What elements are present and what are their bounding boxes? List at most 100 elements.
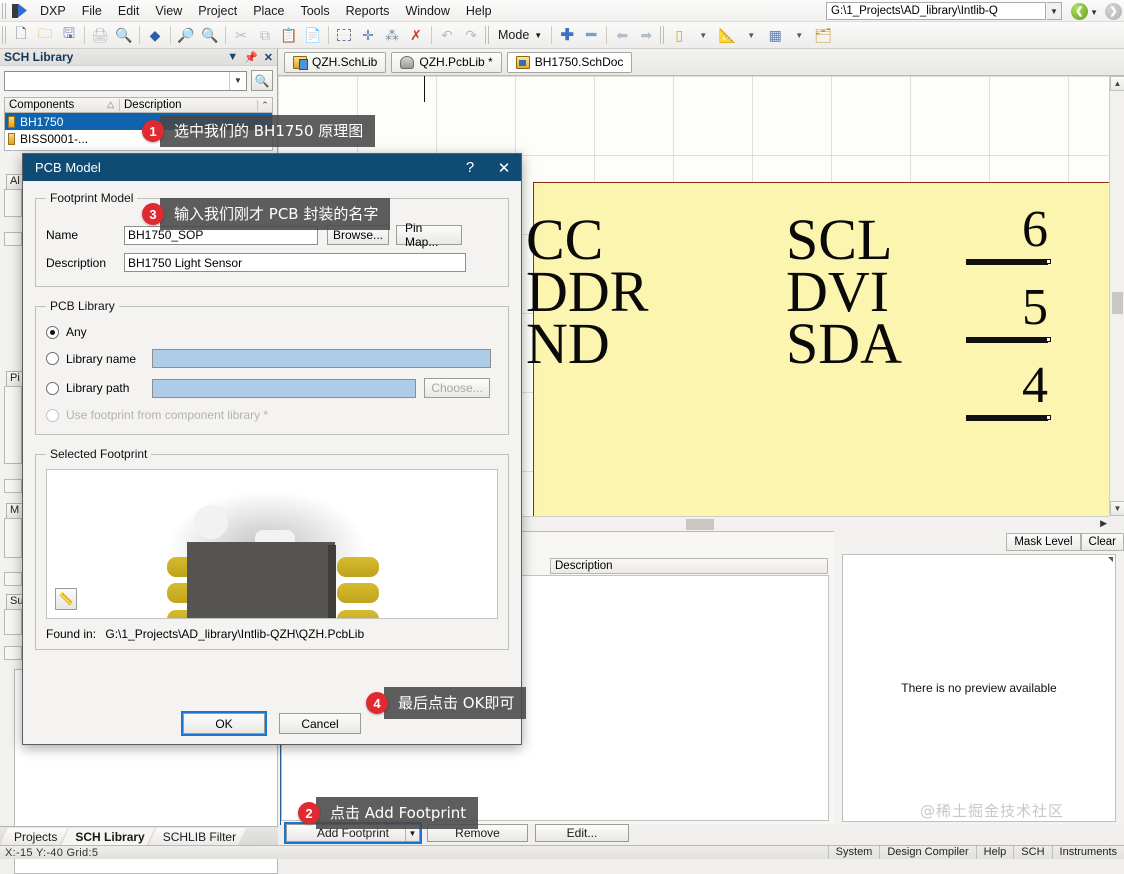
ok-button[interactable]: OK [181, 711, 267, 736]
status-help-button[interactable]: Help [975, 845, 1014, 859]
navigate-back-dropdown-icon[interactable]: ▼ [1090, 8, 1098, 17]
previous-part-icon[interactable]: ⬅ [610, 24, 634, 47]
edit-button[interactable]: Edit... [535, 824, 629, 842]
select-area-icon[interactable] [332, 24, 356, 47]
radio-any-row[interactable]: Any [46, 325, 498, 339]
library-path-input[interactable] [152, 378, 416, 398]
canvas-vertical-scrollbar[interactable]: ▲ ▼ [1109, 76, 1124, 516]
library-name-input[interactable] [152, 349, 491, 368]
pin-wire-4[interactable] [966, 415, 1048, 421]
mode-dropdown-icon[interactable]: ▼ [534, 31, 542, 40]
board-layers-icon[interactable]: ◆ [143, 24, 167, 47]
menu-grip[interactable] [2, 2, 8, 19]
menu-project[interactable]: Project [190, 1, 245, 21]
scroll-up-icon[interactable]: ⌃ [257, 99, 272, 111]
tab-qzh-pcblib[interactable]: QZH.PcbLib * [391, 51, 502, 73]
vertical-scroll-thumb[interactable] [1112, 292, 1123, 314]
menu-place[interactable]: Place [245, 1, 292, 21]
search-magnifier-button[interactable]: 🔍 [251, 70, 273, 91]
radio-library-name-row[interactable]: Library name [46, 349, 498, 368]
menu-tools[interactable]: Tools [292, 1, 337, 21]
scroll-down-button[interactable]: ▼ [1110, 501, 1124, 516]
tab-bh1750-schdoc[interactable]: BH1750.SchDoc [506, 51, 633, 73]
zoom-out-icon[interactable]: 🔍 [198, 24, 222, 47]
scroll-up-button[interactable]: ▲ [1110, 76, 1124, 91]
navigate-back-button[interactable]: ❮ [1071, 3, 1088, 20]
status-instruments-button[interactable]: Instruments [1051, 845, 1124, 859]
grid-icon[interactable]: ▦ [763, 24, 787, 47]
mask-level-button[interactable]: Mask Level [1006, 533, 1081, 551]
undo-icon[interactable]: ↶ [435, 24, 459, 47]
library-path-dropdown-icon[interactable]: ▼ [1047, 2, 1062, 20]
radio-library-name[interactable] [46, 352, 59, 365]
close-icon[interactable]: ✕ [487, 154, 521, 181]
status-design-compiler-button[interactable]: Design Compiler [879, 845, 975, 859]
footprint-preview[interactable]: 📏 [46, 469, 498, 619]
tab-sch-library[interactable]: SCH Library [61, 828, 154, 845]
drawing-tools-icon[interactable]: 📐 [715, 24, 739, 47]
scroll-right-button[interactable]: ▶ [1100, 518, 1107, 529]
horizontal-scroll-thumb[interactable] [686, 519, 714, 530]
mode-button[interactable]: Mode ▼ [492, 26, 548, 44]
footprint-description-input[interactable]: BH1750 Light Sensor [124, 253, 466, 272]
menu-reports[interactable]: Reports [338, 1, 398, 21]
panel-pin-icon[interactable]: 📌 [244, 51, 258, 64]
copy-icon[interactable]: ⧉ [253, 24, 277, 47]
zoom-in-icon[interactable]: 🔎 [174, 24, 198, 47]
paste-special-icon[interactable]: 📄 [301, 24, 325, 47]
navigate-forward-button[interactable]: ❯ [1105, 3, 1122, 20]
tab-projects[interactable]: Projects [0, 828, 67, 845]
utilities-grip[interactable] [660, 26, 666, 44]
search-dropdown-icon[interactable]: ▼ [229, 71, 246, 90]
clear-button[interactable]: Clear [1080, 533, 1124, 551]
print-icon[interactable]: 🖨 [88, 24, 112, 47]
cut-icon[interactable]: ✂ [229, 24, 253, 47]
redo-icon[interactable]: ↷ [459, 24, 483, 47]
menu-window[interactable]: Window [397, 1, 457, 21]
pin-map-button[interactable]: Pin Map... [396, 221, 462, 249]
cancel-button[interactable]: Cancel [279, 713, 361, 734]
remove-part-icon[interactable]: ━ [579, 24, 603, 47]
paste-icon[interactable]: 📋 [277, 24, 301, 47]
open-document-icon[interactable]: 🗀 [33, 24, 57, 47]
description-column-header[interactable]: Description [550, 558, 828, 574]
component-dropdown-icon[interactable]: ▼ [691, 24, 715, 47]
status-system-button[interactable]: System [827, 845, 880, 859]
radio-any[interactable] [46, 325, 59, 339]
grid-dropdown-icon[interactable]: ▼ [787, 24, 811, 47]
menu-view[interactable]: View [147, 1, 190, 21]
pin-wire-5[interactable] [966, 337, 1048, 343]
component-search-combo[interactable]: ▼ [4, 70, 247, 91]
menu-dxp[interactable]: DXP [32, 1, 74, 21]
save-icon[interactable]: 🖫 [57, 24, 81, 47]
measure-tool-icon[interactable]: 📏 [55, 588, 77, 610]
deselect-icon[interactable]: ⁂ [380, 24, 404, 47]
add-part-icon[interactable]: ✚ [555, 24, 579, 47]
panel-close-icon[interactable]: ✕ [264, 51, 273, 64]
pin-wire-6[interactable] [966, 259, 1048, 265]
col-components[interactable]: Components △ [5, 99, 120, 111]
pcb-model-dialog[interactable]: PCB Model ? ✕ Footprint Model Name BH175… [22, 153, 522, 745]
component-icon[interactable]: ▯ [667, 24, 691, 47]
menu-file[interactable]: File [74, 1, 110, 21]
drawing-tools-dropdown-icon[interactable]: ▼ [739, 24, 763, 47]
help-icon[interactable]: ? [453, 154, 487, 181]
library-path-field[interactable]: G:\1_Projects\AD_library\Intlib-Q [826, 2, 1046, 20]
new-document-icon[interactable]: 🗋 [9, 24, 33, 47]
move-icon[interactable]: ✛ [356, 24, 380, 47]
tab-schlib-filter[interactable]: SCHLIB Filter [149, 828, 246, 845]
status-sch-button[interactable]: SCH [1013, 845, 1051, 859]
panel-menu-icon[interactable]: ▼ [227, 51, 238, 63]
print-preview-icon[interactable]: 🔍 [112, 24, 136, 47]
mode-toolbar-grip[interactable] [485, 26, 490, 44]
choose-button[interactable]: Choose... [424, 378, 490, 398]
menu-help[interactable]: Help [458, 1, 500, 21]
next-part-icon[interactable]: ➡ [634, 24, 658, 47]
radio-library-path[interactable] [46, 381, 59, 395]
tab-qzh-schlib[interactable]: QZH.SchLib [284, 51, 387, 73]
radio-library-path-row[interactable]: Library path Choose... [46, 378, 498, 398]
toolbar-grip[interactable] [2, 26, 7, 44]
col-description[interactable]: Description [120, 99, 257, 111]
ide-icon[interactable]: 🗂 [811, 24, 835, 47]
clear-filter-icon[interactable]: ✗ [404, 24, 428, 47]
